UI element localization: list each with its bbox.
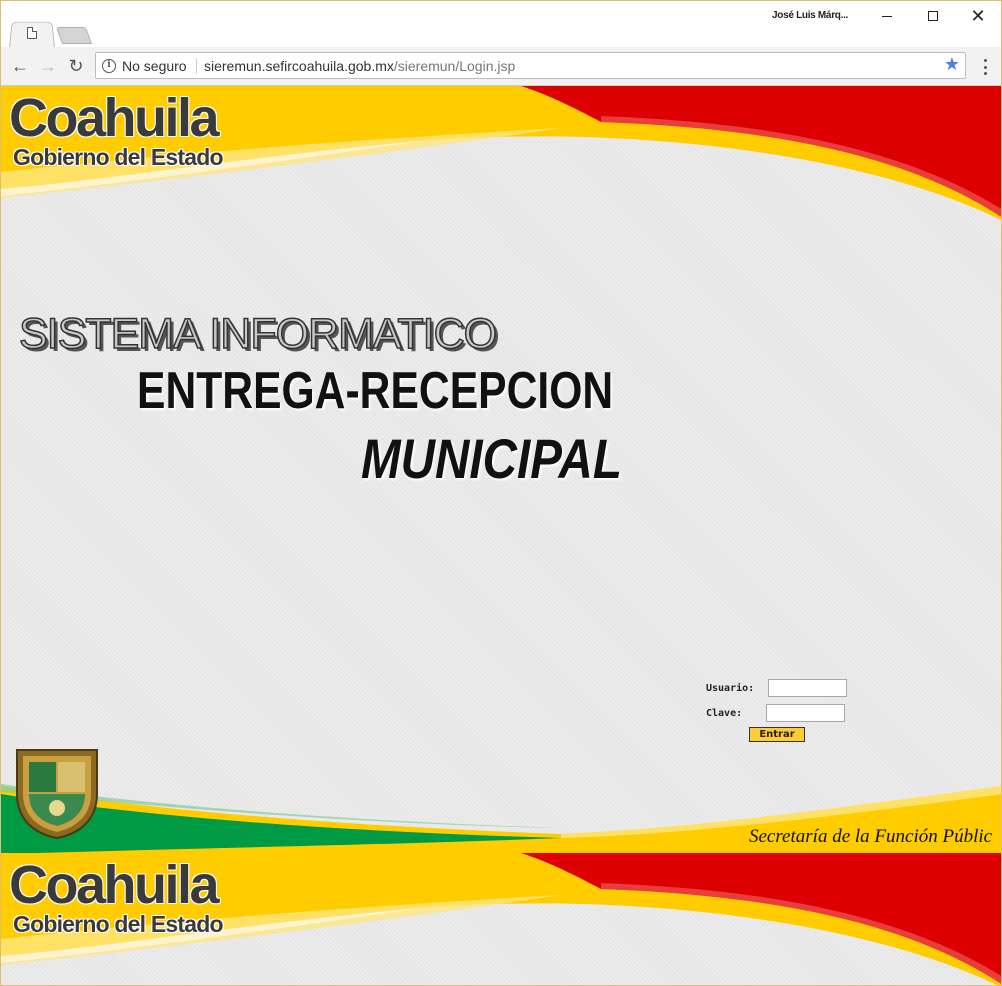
url-text[interactable]: sieremun.sefircoahuila.gob.mx/sieremun/L… bbox=[204, 58, 515, 74]
header-banner: Coahuila Gobierno del Estado bbox=[1, 86, 1001, 226]
maximize-icon bbox=[928, 11, 938, 21]
system-title-line1: SISTEMA INFORMATICO bbox=[18, 309, 498, 359]
browser-toolbar: ← → ↻ i No seguro sieremun.sefircoahuila… bbox=[1, 47, 1001, 86]
bookmark-star-icon[interactable]: ★ bbox=[944, 54, 960, 75]
security-label[interactable]: No seguro bbox=[122, 58, 187, 74]
reload-button[interactable]: ↻ bbox=[65, 55, 87, 77]
browser-window: José Luis Márq... ✕ ← → ↻ i No seguro si… bbox=[0, 0, 1002, 86]
username-label: Usuario: bbox=[706, 683, 755, 694]
close-button[interactable]: ✕ bbox=[963, 5, 993, 27]
password-label: Clave: bbox=[706, 708, 743, 719]
address-bar-divider bbox=[196, 58, 197, 74]
minimize-icon bbox=[882, 15, 892, 17]
url-host: sieremun.sefircoahuila.gob.mx bbox=[204, 58, 394, 74]
arrow-left-icon: ← bbox=[11, 55, 29, 76]
page-content: Coahuila Gobierno del Estado SISTEMA INF… bbox=[0, 86, 1002, 986]
coahuila-logo-text: Coahuila bbox=[9, 88, 220, 148]
info-icon[interactable]: i bbox=[102, 59, 116, 73]
back-button[interactable]: ← bbox=[9, 55, 31, 77]
maximize-button[interactable] bbox=[918, 5, 948, 27]
url-path: /sieremun/Login.jsp bbox=[393, 58, 516, 74]
department-name: Secretaría de la Función Públic bbox=[749, 826, 993, 847]
tab-strip: José Luis Márq... ✕ bbox=[1, 1, 1001, 47]
coahuila-logo-text-bottom: Coahuila bbox=[9, 855, 220, 915]
address-bar[interactable]: i No seguro sieremun.sefircoahuila.gob.m… bbox=[95, 52, 966, 79]
browser-menu-icon[interactable] bbox=[977, 57, 993, 77]
username-input[interactable] bbox=[768, 679, 847, 697]
footer-banner: Coahuila Gobierno del Estado bbox=[1, 853, 1001, 985]
close-icon: ✕ bbox=[970, 5, 986, 26]
minimize-button[interactable] bbox=[872, 5, 902, 27]
profile-name[interactable]: José Luis Márq... bbox=[772, 10, 848, 21]
arrow-right-icon: → bbox=[39, 55, 57, 76]
coat-of-arms-icon bbox=[16, 749, 98, 840]
reload-icon: ↻ bbox=[68, 55, 84, 76]
new-tab-button[interactable] bbox=[55, 27, 93, 44]
coahuila-logo-subtitle-bottom: Gobierno del Estado bbox=[13, 911, 224, 937]
system-title-line2: ENTREGA-RECEPCION bbox=[137, 362, 614, 420]
login-button[interactable]: Entrar bbox=[749, 727, 805, 742]
password-input[interactable] bbox=[766, 704, 845, 722]
forward-button[interactable]: → bbox=[37, 55, 59, 77]
system-title-line3: MUNICIPAL bbox=[361, 427, 622, 490]
coahuila-logo-subtitle: Gobierno del Estado bbox=[13, 144, 224, 170]
document-icon bbox=[27, 27, 37, 39]
